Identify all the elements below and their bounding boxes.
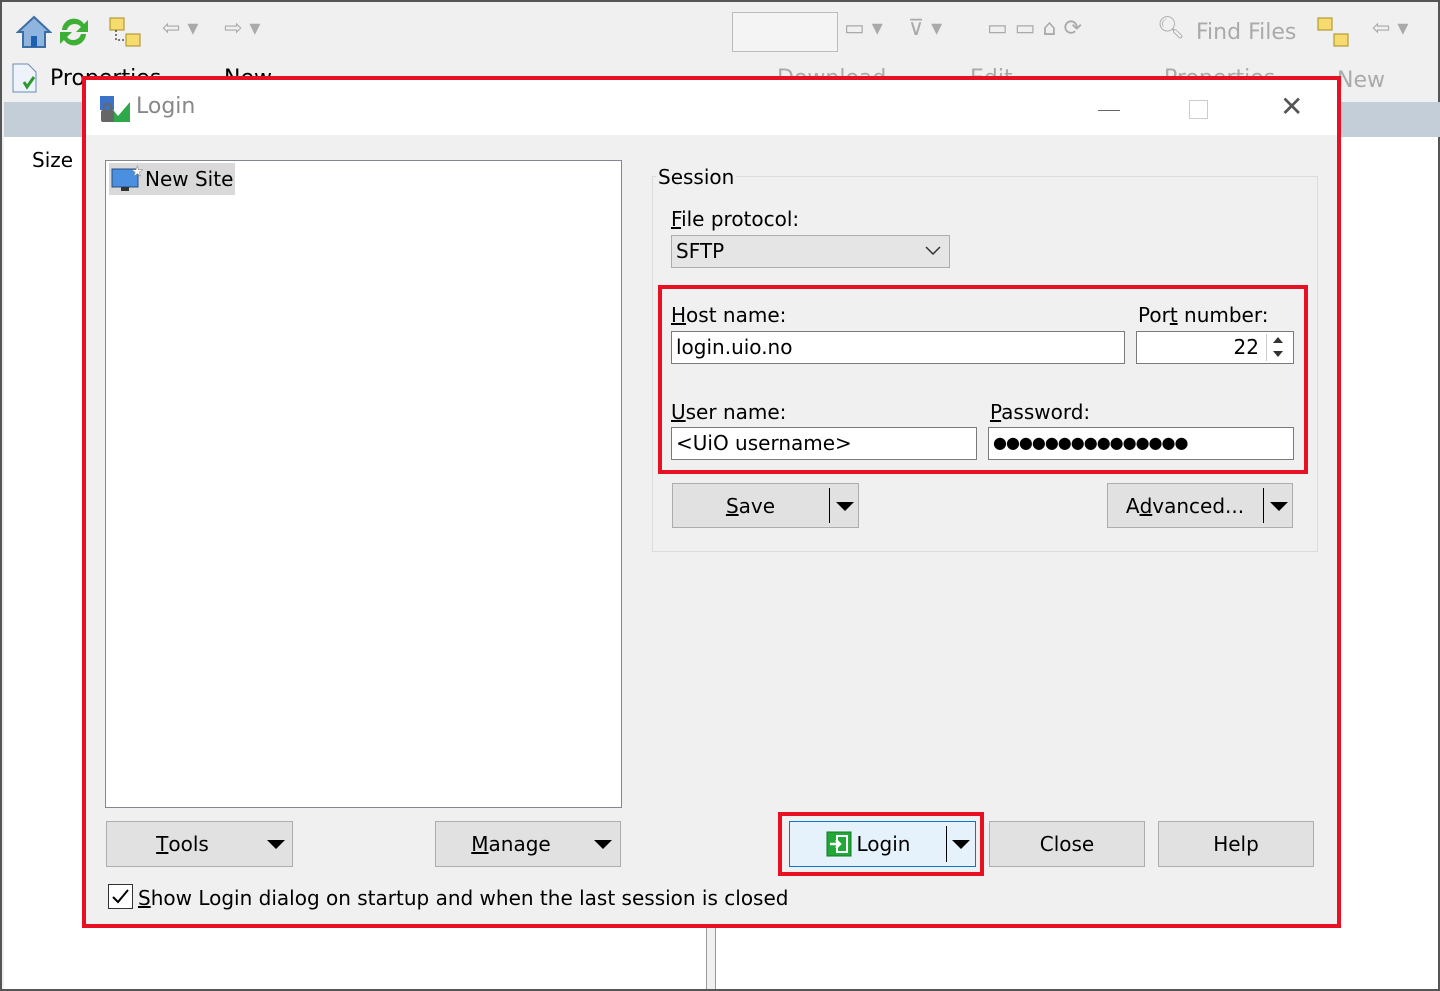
forward-icon: ⇨ ▾: [224, 16, 261, 41]
startup-checkbox[interactable]: [108, 884, 133, 909]
dialog-title: Login: [136, 94, 196, 119]
mnemonic: T: [156, 832, 169, 856]
mnemonic: P: [990, 400, 1002, 424]
tools-button[interactable]: Tools: [106, 821, 293, 867]
user-name-input[interactable]: <UiO username>: [671, 427, 977, 460]
spin-up-icon[interactable]: [1273, 337, 1283, 343]
label-part: A: [1125, 493, 1140, 518]
save-button[interactable]: Save: [672, 483, 859, 528]
minimize-button[interactable]: [1098, 110, 1120, 111]
port-number-label: Port number:: [1138, 303, 1268, 327]
label-part: ile protocol:: [681, 207, 800, 231]
session-group-label: Session: [656, 165, 737, 189]
help-button[interactable]: Help: [1158, 821, 1314, 867]
maximize-button[interactable]: [1189, 100, 1208, 119]
mnemonic: F: [671, 207, 682, 231]
home-icon: [16, 15, 52, 48]
checkmark-icon: [112, 889, 129, 904]
svg-text:★: ★: [131, 164, 144, 180]
new-button-right[interactable]: New: [1337, 68, 1385, 93]
site-item-new-site[interactable]: ★ New Site: [109, 163, 235, 195]
mnemonic: S: [138, 886, 151, 910]
label-part: ser name:: [685, 400, 787, 424]
site-item-label: New Site: [145, 167, 234, 191]
host-name-input[interactable]: login.uio.no: [671, 331, 1125, 364]
chevron-down-icon: [925, 246, 941, 256]
login-icon: [826, 831, 852, 857]
label-part: anage: [488, 832, 551, 856]
password-input[interactable]: ●●●●●●●●●●●●●●●: [988, 427, 1294, 460]
user-name-label: User name:: [671, 400, 786, 424]
mnemonic: d: [1139, 493, 1153, 518]
parent-folder-icon: ▭ ▭ ⌂ ⟳: [987, 16, 1082, 41]
label-part: assword:: [1001, 400, 1091, 424]
label-part: vanced...: [1152, 493, 1245, 518]
mnemonic: t: [1169, 303, 1178, 327]
dropdown-arrow-icon[interactable]: [836, 502, 854, 511]
advanced-button[interactable]: Ad vanced...: [1107, 483, 1293, 528]
label-part: how Login dialog on startup and when the…: [150, 886, 789, 910]
login-label: Login: [856, 832, 911, 856]
monitor-new-site-icon: ★: [111, 164, 144, 191]
folder-tree-icon: [109, 17, 141, 47]
spin-down-icon[interactable]: [1273, 351, 1283, 357]
close-window-button[interactable]: ✕: [1280, 90, 1303, 123]
label-part: Por: [1138, 303, 1170, 327]
close-button[interactable]: Close: [989, 821, 1145, 867]
back-icon: ⇦ ▾: [1372, 16, 1409, 41]
manage-button[interactable]: Manage: [435, 821, 621, 867]
startup-checkbox-label[interactable]: Show Login dialog on startup and when th…: [138, 886, 788, 910]
dropdown-arrow-icon: [594, 840, 612, 849]
label-part: ost name:: [686, 303, 787, 327]
path-dropdown[interactable]: [732, 12, 838, 52]
password-label: Password:: [990, 400, 1090, 424]
label-part: ave: [738, 493, 776, 518]
folder-tree-icon: [1317, 17, 1349, 47]
dialog-title-bar: Login ✕: [86, 80, 1337, 135]
winscp-login-icon: [100, 96, 130, 122]
mnemonic: S: [725, 493, 739, 518]
file-protocol-select[interactable]: SFTP: [671, 235, 950, 268]
find-files-icon: 🔍︎: [1157, 16, 1185, 41]
filter-icon: ⊽ ▾: [908, 16, 943, 41]
dropdown-arrow-icon[interactable]: [1270, 502, 1288, 511]
open-folder-icon: ▭ ▾: [844, 16, 883, 41]
file-protocol-value: SFTP: [676, 239, 725, 263]
host-name-label: Host name:: [671, 303, 786, 327]
column-size[interactable]: Size: [32, 148, 73, 172]
dropdown-arrow-icon: [267, 840, 285, 849]
login-dialog: Login ✕ ★ New Site Session File protocol…: [82, 76, 1341, 928]
site-tree[interactable]: ★ New Site: [105, 160, 622, 808]
find-files-button[interactable]: Find Files: [1196, 20, 1296, 45]
label-part: number:: [1177, 303, 1269, 327]
mnemonic: H: [671, 303, 687, 327]
refresh-icon: [60, 18, 88, 46]
mnemonic: U: [671, 400, 686, 424]
dropdown-arrow-icon[interactable]: [952, 840, 970, 849]
mnemonic: M: [471, 832, 489, 856]
label-part: ools: [168, 832, 209, 856]
file-protocol-label: File protocol:: [671, 207, 799, 231]
back-icon: ⇦ ▾: [162, 16, 199, 41]
login-button[interactable]: Login: [789, 821, 976, 867]
port-spinner[interactable]: [1266, 334, 1290, 361]
properties-icon: [12, 63, 37, 93]
